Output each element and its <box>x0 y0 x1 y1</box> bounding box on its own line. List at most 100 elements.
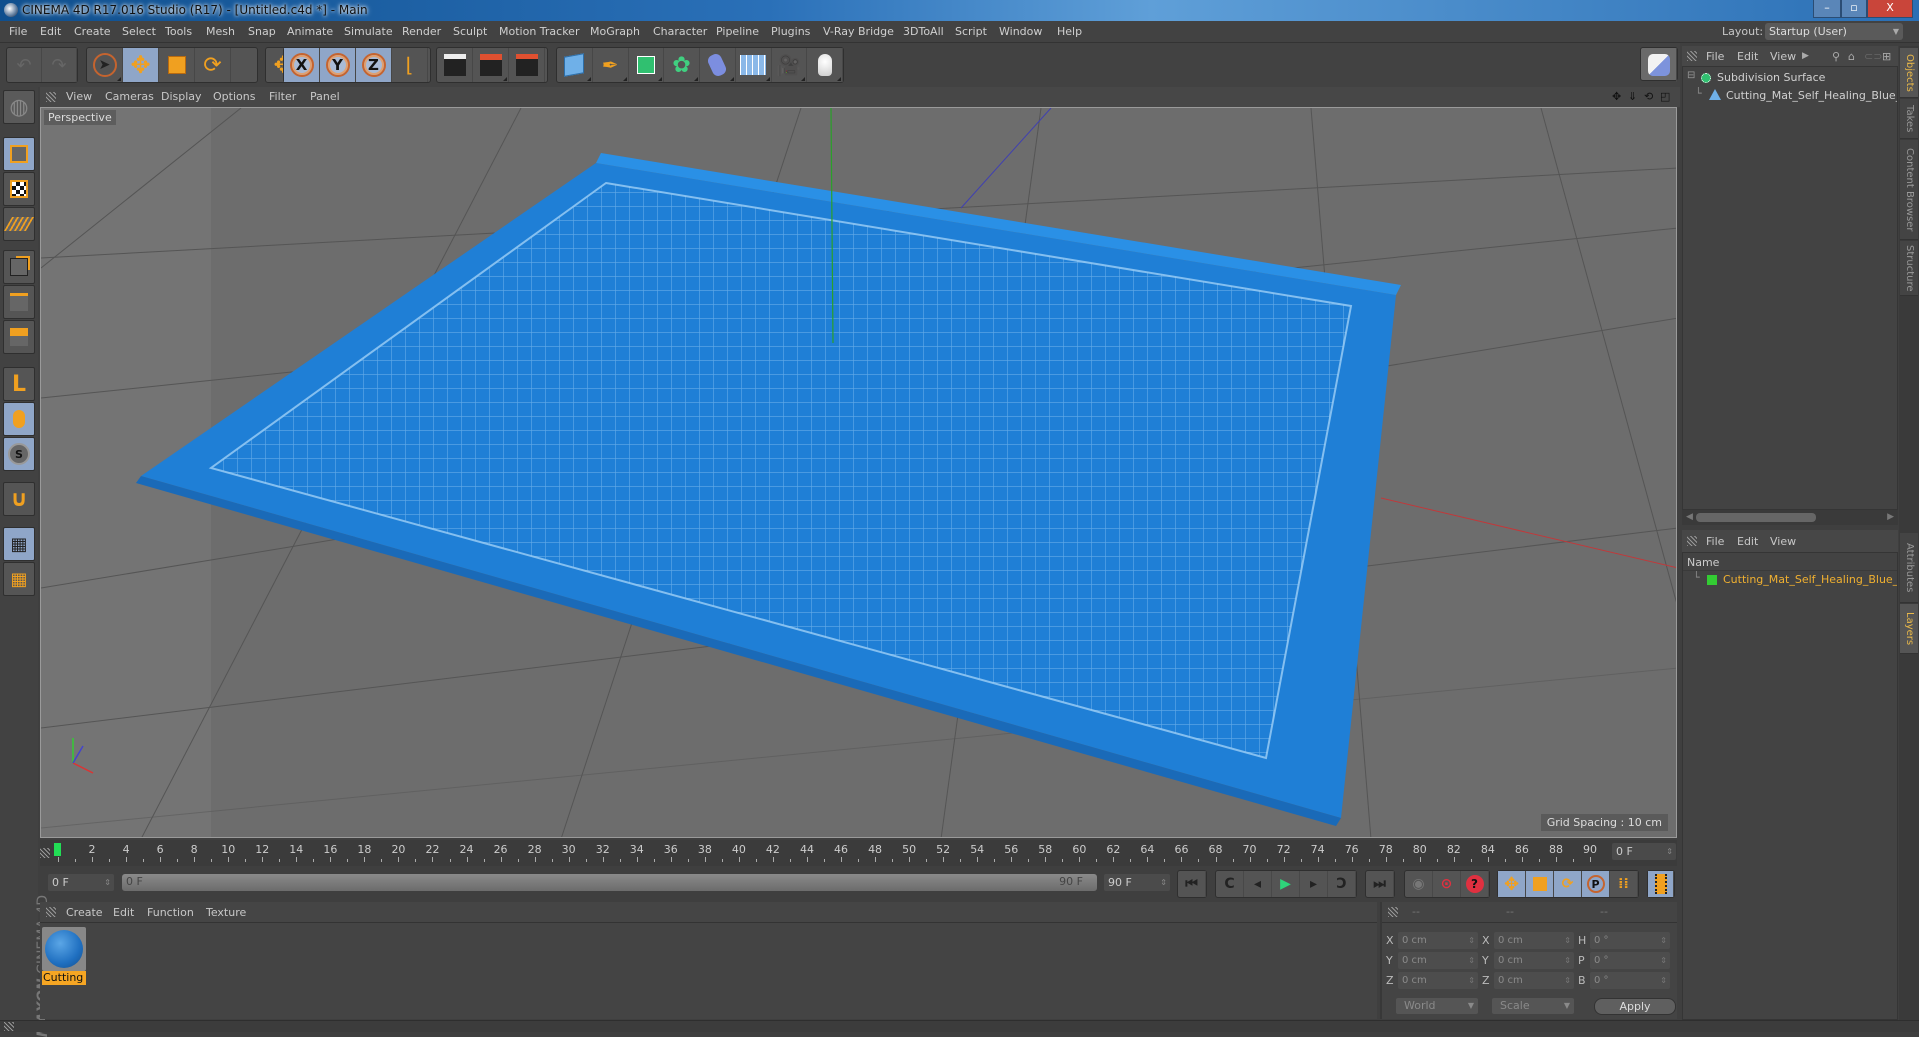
menu-window[interactable]: Window <box>999 25 1042 38</box>
tab-objects[interactable]: Objects <box>1900 48 1918 98</box>
workplane-mode-button[interactable] <box>3 207 35 241</box>
playhead[interactable] <box>54 843 61 856</box>
polygons-mode-button[interactable] <box>3 320 35 354</box>
python-script-button[interactable] <box>1641 48 1677 82</box>
spinner-icon[interactable]: ⇕ <box>1468 972 1475 989</box>
play-button[interactable]: ▶ <box>1272 871 1300 897</box>
tab-content-browser[interactable]: Content Browser <box>1900 140 1918 240</box>
object-row[interactable]: ⊟ Subdivision Surface <box>1683 69 1897 87</box>
rot-b-field[interactable]: 0 ° ⇕ <box>1590 972 1670 989</box>
menu-select[interactable]: Select <box>122 25 156 38</box>
viewport-menu-panel[interactable]: Panel <box>310 90 340 103</box>
tab-layers[interactable]: Layers <box>1900 604 1918 654</box>
spinner-icon[interactable]: ⇕ <box>1564 932 1571 949</box>
frame-ruler[interactable]: 0246810121416182022242628303234363840424… <box>48 840 1608 866</box>
timeline-ruler[interactable]: 0246810121416182022242628303234363840424… <box>40 840 1677 866</box>
size-y-field[interactable]: 0 cm ⇕ <box>1494 952 1574 969</box>
add-subdivision-button[interactable] <box>629 48 665 82</box>
material-menu-create[interactable]: Create <box>66 906 103 919</box>
menu-mesh[interactable]: Mesh <box>206 25 235 38</box>
viewport-zoom-icon[interactable]: ⇓ <box>1628 90 1637 103</box>
menu-render[interactable]: Render <box>402 25 441 38</box>
key-position-toggle[interactable]: ✥ <box>1498 871 1526 897</box>
drag-handle-icon[interactable] <box>46 907 56 917</box>
current-frame-field[interactable]: 0 F ⇕ <box>1612 843 1676 860</box>
menu-script[interactable]: Script <box>955 25 987 38</box>
camera-label[interactable]: Perspective <box>44 110 116 125</box>
size-x-field[interactable]: 0 cm ⇕ <box>1494 932 1574 949</box>
add-deformer-button[interactable] <box>700 48 736 82</box>
link-icon[interactable]: ⊂⊃ <box>1864 50 1882 63</box>
coordinate-system-button[interactable]: ⌊ <box>392 48 428 82</box>
layer-menu-view[interactable]: View <box>1770 535 1796 548</box>
undo-button[interactable]: ↶ <box>7 48 42 82</box>
add-floor-button[interactable] <box>736 48 772 82</box>
spinner-icon[interactable]: ⇕ <box>1468 952 1475 969</box>
menu-plugins[interactable]: Plugins <box>771 25 810 38</box>
coordinate-space-dropdown[interactable]: World ▼ <box>1396 998 1478 1014</box>
scrollbar-thumb[interactable] <box>1696 513 1816 522</box>
material-menu-edit[interactable]: Edit <box>113 906 134 919</box>
drag-handle-icon[interactable] <box>1388 907 1398 917</box>
x-axis-toggle[interactable]: X <box>284 48 320 82</box>
model-mode-button[interactable] <box>3 137 35 171</box>
size-z-field[interactable]: 0 cm ⇕ <box>1494 972 1574 989</box>
start-frame-field[interactable]: 0 F ⇕ <box>48 874 114 891</box>
material-name[interactable]: Cutting <box>42 971 86 985</box>
scroll-left-icon[interactable]: ◀ <box>1686 512 1693 522</box>
3d-viewport[interactable]: Perspective Grid Spacing : 10 cm <box>40 107 1677 838</box>
snap-button[interactable]: ∪ <box>3 482 35 516</box>
viewport-menu-view[interactable]: View <box>66 90 92 103</box>
edges-mode-button[interactable] <box>3 285 35 319</box>
menu-create[interactable]: Create <box>74 25 111 38</box>
add-camera-button[interactable]: 🎥 <box>772 48 808 82</box>
add-spline-button[interactable]: ✒ <box>593 48 629 82</box>
object-menu-edit[interactable]: Edit <box>1737 50 1758 63</box>
go-to-end-button[interactable]: ⏭ <box>1366 871 1394 897</box>
menu-file[interactable]: File <box>9 25 27 38</box>
material-menu-texture[interactable]: Texture <box>206 906 246 919</box>
end-frame-field[interactable]: 90 F ⇕ <box>1104 874 1170 891</box>
menu-mograph[interactable]: MoGraph <box>590 25 640 38</box>
pos-y-field[interactable]: 0 cm ⇕ <box>1398 952 1478 969</box>
layer-menu-file[interactable]: File <box>1706 535 1724 548</box>
menu-edit[interactable]: Edit <box>40 25 61 38</box>
menu-animate[interactable]: Animate <box>287 25 333 38</box>
frame-range-slider[interactable]: 0 F 90 F <box>122 874 1097 891</box>
more-arrow-icon[interactable]: ▶ <box>1802 51 1809 61</box>
viewport-menu-filter[interactable]: Filter <box>269 90 296 103</box>
open-timeline-button[interactable] <box>1648 871 1674 897</box>
move-tool-button[interactable]: ✥ <box>123 48 159 82</box>
restore-button[interactable]: ▫ <box>1841 0 1867 18</box>
tweak-mode-button[interactable] <box>3 402 35 436</box>
previous-frame-button[interactable]: ◂ <box>1244 871 1272 897</box>
key-parameter-toggle[interactable]: P <box>1582 871 1610 897</box>
new-view-icon[interactable]: ⊞ <box>1882 50 1891 63</box>
home-icon[interactable]: ⌂ <box>1848 50 1855 63</box>
tab-attributes[interactable]: Attributes <box>1900 533 1918 603</box>
z-axis-toggle[interactable]: Z <box>356 48 392 82</box>
live-selection-button[interactable]: ➤ <box>87 48 123 82</box>
spinner-icon[interactable]: ⇕ <box>1660 952 1667 969</box>
object-row[interactable]: └ Cutting_Mat_Self_Healing_Blue_0 <box>1683 87 1897 105</box>
spinner-icon[interactable]: ⇕ <box>1160 874 1167 891</box>
rot-p-field[interactable]: 0 ° ⇕ <box>1590 952 1670 969</box>
go-to-start-button[interactable]: ⏮ <box>1178 871 1206 897</box>
menu-tools[interactable]: Tools <box>165 25 192 38</box>
spinner-icon[interactable]: ⇕ <box>1564 952 1571 969</box>
key-pla-toggle[interactable]: ⁞⁞ <box>1610 871 1638 897</box>
render-settings-button[interactable] <box>509 48 545 82</box>
solo-button[interactable]: S <box>3 437 35 471</box>
search-icon[interactable]: ⚲ <box>1832 50 1840 63</box>
tab-takes[interactable]: Takes <box>1900 99 1918 139</box>
menu-motion-tracker[interactable]: Motion Tracker <box>499 25 579 38</box>
apply-button[interactable]: Apply <box>1594 998 1676 1015</box>
workplane-align-button[interactable]: ▦ <box>3 562 35 596</box>
next-frame-button[interactable]: ▸ <box>1300 871 1328 897</box>
layout-dropdown[interactable]: Startup (User) ▼ <box>1765 23 1903 40</box>
workplane-lock-button[interactable]: ▦ <box>3 527 35 561</box>
object-menu-file[interactable]: File <box>1706 50 1724 63</box>
collapse-toggle-icon[interactable]: ⊟ <box>1687 70 1695 81</box>
object-horizontal-scrollbar[interactable]: ◀ ▶ <box>1682 510 1898 525</box>
menu-character[interactable]: Character <box>653 25 707 38</box>
